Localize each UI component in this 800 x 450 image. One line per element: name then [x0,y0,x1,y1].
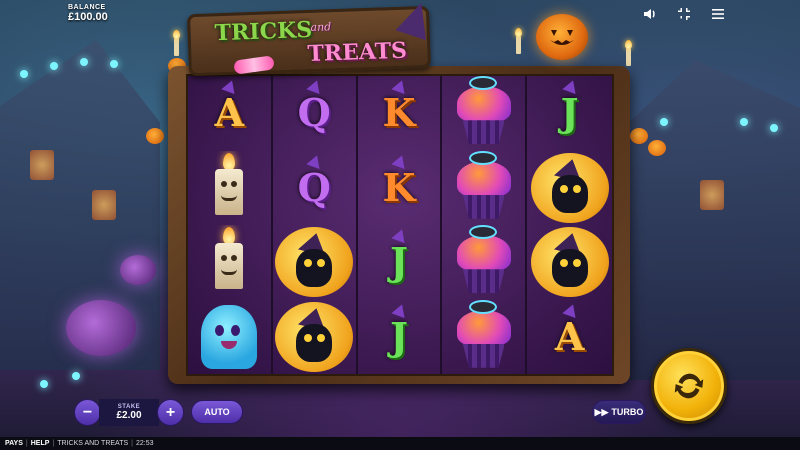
reel-cell [527,151,612,226]
reel-cell [188,151,271,226]
logo-tricks: TRICKS [214,16,313,47]
reel-1: A [188,76,273,374]
logo-and: and [310,20,332,34]
candle-character-symbol-icon [209,152,249,219]
symbol-j: J [560,90,579,136]
speaker-icon[interactable] [642,6,658,22]
autoplay-button[interactable]: AUTO [191,400,243,424]
top-toolbar [642,6,726,22]
symbol-a: A [214,90,245,136]
balance-value: £100.00 [68,11,108,23]
reel-cell [273,300,356,375]
reel-4 [442,76,528,375]
window-glow [92,190,116,220]
symbol-q: Q [297,164,331,210]
ghost-symbol-icon [201,304,258,369]
string-light [770,124,778,132]
reel-cell [188,300,271,375]
candle-icon [625,40,632,66]
footer-separator: | [52,440,55,447]
turbo-label: TURBO [611,407,644,417]
fast-forward-icon: ▶▶ [594,406,609,417]
stake-value: £2.00 [116,410,142,421]
reel-cell [442,299,525,375]
reel-cell [273,225,356,300]
candle-icon [515,28,522,54]
window-glow [700,180,724,210]
spin-arrows-icon [674,373,704,399]
menu-icon[interactable] [710,6,726,22]
reel-cell: J [358,225,441,300]
balance-label: BALANCE [68,4,106,11]
footer-bar: PAYS | HELP | TRICKS AND TREATS | 22:53 [0,437,800,450]
cupcake-symbol-icon [453,76,515,146]
black-cat-symbol-icon [290,304,338,364]
logo-treats: TREATS [307,37,408,68]
symbol-j: J [390,239,408,285]
bg-pumpkin-icon [66,300,136,356]
reel-3: KKJJ [358,76,443,374]
reel-cell: A [188,76,271,151]
reel-cell: A [527,300,612,375]
string-light [660,118,668,126]
pumpkin-icon [648,140,666,156]
game-logo: TRICKS and TREATS [186,5,432,77]
black-cat-symbol-icon [546,230,594,289]
candle-character-symbol-icon [209,227,249,293]
footer-separator: | [25,440,28,447]
bg-pumpkin-icon [120,255,156,285]
pumpkin-icon [630,128,648,144]
string-light [50,62,58,70]
footer-separator: | [131,440,133,447]
reel-cell [442,150,525,226]
stake-display: STAKE £2.00 [99,399,159,426]
spin-button[interactable] [651,348,727,424]
string-light [110,60,118,68]
stake-increase-button[interactable]: + [157,399,184,426]
black-cat-symbol-icon [290,230,338,289]
string-light [40,380,48,388]
footer-game-name: TRICKS AND TREATS [57,440,129,447]
reel-cell [527,225,612,300]
stake-decrease-button[interactable]: − [74,399,101,426]
pumpkin-icon [146,128,164,144]
symbol-q: Q [297,90,331,136]
reel-cell [188,225,271,300]
reel-cell: J [358,300,441,375]
cupcake-symbol-icon [453,299,515,370]
symbol-j: J [390,313,408,359]
string-light [20,70,28,78]
reel-2: QQ [273,76,358,374]
reel-grid: AQQKKJJJA [186,74,614,376]
pays-link[interactable]: PAYS [5,440,23,447]
string-light [740,118,748,126]
turbo-button[interactable]: ▶▶ TURBO [592,400,646,424]
jack-o-lantern-icon [536,14,588,60]
help-link[interactable]: HELP [31,440,50,447]
reel-5: JA [527,76,612,374]
reel-cell: Q [273,76,356,151]
balance-display: BALANCE £100.00 [68,4,108,23]
collapse-icon[interactable] [676,6,692,22]
string-light [72,372,80,380]
black-cat-symbol-icon [546,155,594,215]
reel-cell [442,225,525,300]
reel-cell: K [358,151,441,226]
stake-control: − STAKE £2.00 + [74,399,184,426]
cupcake-symbol-icon [453,150,515,221]
string-light [80,58,88,66]
autoplay-label: AUTO [204,407,230,417]
footer-clock: 22:53 [135,440,154,447]
symbol-k: K [382,164,416,210]
reel-cell: Q [273,151,356,226]
symbol-a: A [554,313,585,359]
candle-icon [173,30,180,56]
reel-cell: J [527,76,612,151]
reel-cell: K [358,76,441,151]
symbol-k: K [382,90,416,136]
window-glow [30,150,54,180]
cupcake-symbol-icon [453,225,515,295]
reel-cell [442,76,525,151]
